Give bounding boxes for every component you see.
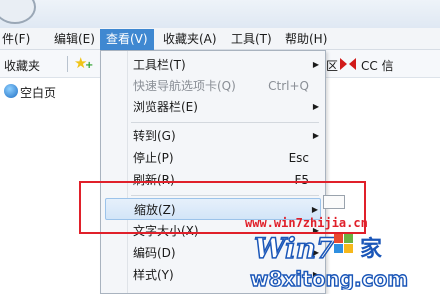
menu-item-shortcut: Esc	[288, 151, 309, 165]
windows-flag-icon	[334, 234, 353, 253]
watermark-logo: Win7 家 w8xitong.com	[249, 231, 408, 290]
tab-blank-page[interactable]: 空白页	[20, 84, 56, 101]
menu-item-quick-tabs[interactable]: 快速导航选项卡(Q) Ctrl+Q	[105, 75, 321, 97]
menu-item-label: 转到(G)	[133, 129, 176, 143]
menu-item-stop[interactable]: 停止(P) Esc	[105, 147, 321, 169]
menu-separator	[131, 122, 319, 123]
menu-help[interactable]: 帮助(H)	[283, 31, 329, 48]
favorites-region-text: 区	[326, 59, 339, 73]
watermark-brand: Win7	[254, 232, 336, 265]
cc-bowtie-icon	[340, 58, 356, 70]
menu-item-label: 工具栏(T)	[133, 58, 186, 72]
menu-item-label: 浏览器栏(E)	[133, 100, 198, 114]
menu-bar: 件(F) 编辑(E) 查看(V) 收藏夹(A) 工具(T) 帮助(H)	[0, 28, 440, 50]
favorites-button[interactable]: 收藏夹	[4, 57, 40, 74]
submenu-arrow-icon: ▶	[312, 131, 319, 140]
menu-item-label: 样式(Y)	[133, 268, 174, 282]
menu-item-label: 停止(P)	[133, 151, 174, 165]
menu-favorites[interactable]: 收藏夹(A)	[161, 31, 219, 48]
add-plus-icon: +	[85, 60, 94, 71]
submenu-tooltip	[323, 195, 345, 209]
menu-view[interactable]: 查看(V)	[100, 29, 154, 50]
cc-favorite-link[interactable]: CC 信	[361, 57, 394, 74]
menu-file[interactable]: 件(F)	[0, 31, 32, 48]
submenu-arrow-icon: ▶	[312, 60, 319, 69]
menu-item-label: 快速导航选项卡(Q)	[133, 79, 236, 93]
toolbar-separator	[67, 56, 68, 72]
menu-tools[interactable]: 工具(T)	[229, 31, 274, 48]
menu-item-go-to[interactable]: 转到(G) ▶	[105, 125, 321, 147]
ie-page-icon	[4, 84, 18, 98]
watermark-site: w8xitong.com	[250, 267, 408, 290]
menu-item-explorer-bars[interactable]: 浏览器栏(E) ▶	[105, 96, 321, 118]
back-button[interactable]	[0, 0, 36, 24]
svg-text:家: 家	[360, 236, 383, 262]
menu-item-toolbars[interactable]: 工具栏(T) ▶	[105, 54, 321, 76]
menu-item-label: 编码(D)	[133, 246, 176, 260]
browser-title-area	[0, 0, 440, 28]
menu-item-shortcut: Ctrl+Q	[268, 79, 309, 93]
menu-edit[interactable]: 编辑(E)	[52, 31, 97, 48]
submenu-arrow-icon: ▶	[312, 102, 319, 111]
